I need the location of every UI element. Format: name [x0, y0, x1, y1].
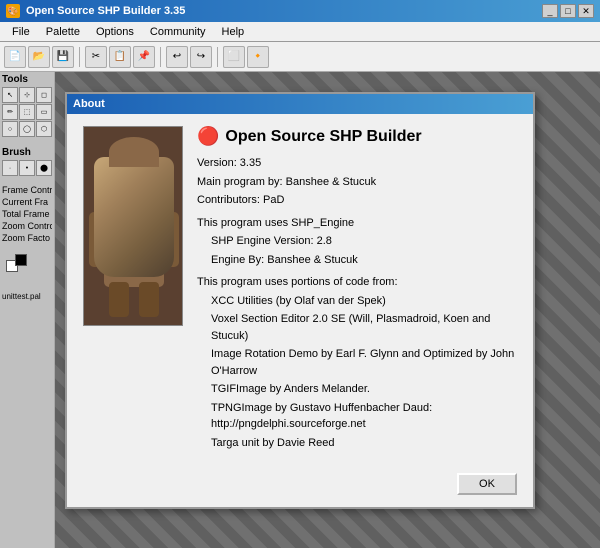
- toolbar: 📄 📂 💾 ✂ 📋 📌 ↩ ↪ ⬜ 🔸: [0, 42, 600, 72]
- menu-bar: File Palette Options Community Help: [0, 22, 600, 42]
- about-title-bar: About: [67, 94, 533, 114]
- tool-7[interactable]: ○: [2, 121, 18, 137]
- title-bar-left: 🎨 Open Source SHP Builder 3.35: [6, 4, 185, 18]
- png-line: TPNGImage by Gustavo Huffenbacher Daud: …: [197, 400, 517, 433]
- tool-6[interactable]: ▭: [36, 104, 52, 120]
- zoom-control-label: Zoom Contro: [2, 220, 52, 232]
- main-area: Tools ↖ ⊹ ◻ ✏ ⬚ ▭ ○ ◯ ⬡ Brush · • ⬤ Fram…: [0, 72, 600, 548]
- app-icon: 🎨: [6, 4, 20, 18]
- brush-1[interactable]: ·: [2, 160, 18, 176]
- left-sidebar: Tools ↖ ⊹ ◻ ✏ ⬚ ▭ ○ ◯ ⬡ Brush · • ⬤ Fram…: [0, 72, 55, 548]
- current-frame-label: Current Fra: [2, 196, 52, 208]
- total-frames-label: Total Frame: [2, 208, 52, 220]
- code-intro: This program uses portions of code from:: [197, 274, 517, 291]
- undo-button[interactable]: ↩: [166, 46, 188, 68]
- menu-help[interactable]: Help: [214, 24, 253, 40]
- brush-label: Brush: [2, 147, 52, 158]
- about-app-title: 🔴 Open Source SHP Builder: [197, 126, 517, 147]
- about-dialog: About: [65, 92, 535, 509]
- toolbar-separator-1: [79, 47, 80, 67]
- maximize-button[interactable]: □: [560, 4, 576, 18]
- targa-line: Targa unit by Davie Reed: [197, 435, 517, 452]
- menu-palette[interactable]: Palette: [38, 24, 88, 40]
- menu-file[interactable]: File: [4, 24, 38, 40]
- open-button[interactable]: 📂: [28, 46, 50, 68]
- brush-3[interactable]: ⬤: [36, 160, 52, 176]
- image-rotation-line: Image Rotation Demo by Earl F. Glynn and…: [197, 346, 517, 379]
- menu-community[interactable]: Community: [142, 24, 214, 40]
- cut-button[interactable]: ✂: [85, 46, 107, 68]
- about-dialog-title: About: [73, 98, 105, 110]
- save-button[interactable]: 💾: [52, 46, 74, 68]
- xcc-line: XCC Utilities (by Olaf van der Spek): [197, 293, 517, 310]
- background-color[interactable]: [15, 254, 27, 266]
- redo-button[interactable]: ↪: [190, 46, 212, 68]
- tool-5[interactable]: ⬚: [19, 104, 35, 120]
- new-button[interactable]: 📄: [4, 46, 26, 68]
- title-bar: 🎨 Open Source SHP Builder 3.35 _ □ ✕: [0, 0, 600, 22]
- tool-2[interactable]: ⊹: [19, 87, 35, 103]
- toolbar-separator-2: [160, 47, 161, 67]
- about-app-icon: 🔴: [197, 126, 219, 147]
- canvas-area[interactable]: About: [55, 72, 600, 548]
- zoom-factor-label: Zoom Facto: [2, 232, 52, 244]
- brush-2[interactable]: •: [19, 160, 35, 176]
- frame-control-label: Frame Contro: [2, 184, 52, 196]
- menu-options[interactable]: Options: [88, 24, 142, 40]
- copy-button[interactable]: 📋: [109, 46, 131, 68]
- tgif-line: TGIFImage by Anders Melander.: [197, 381, 517, 398]
- shp-version: SHP Engine Version: 2.8: [197, 233, 517, 250]
- window-title: Open Source SHP Builder 3.35: [26, 5, 185, 17]
- toolbar-separator-3: [217, 47, 218, 67]
- tools-label: Tools: [2, 74, 52, 85]
- tools-grid: ↖ ⊹ ◻ ✏ ⬚ ▭ ○ ◯ ⬡: [2, 87, 52, 137]
- brush-grid: · • ⬤: [2, 160, 52, 176]
- tool-8[interactable]: ◯: [19, 121, 35, 137]
- frame-labels: Frame Contro Current Fra Total Frame Zoo…: [2, 184, 52, 244]
- palette-bar: [2, 252, 52, 272]
- close-button[interactable]: ✕: [578, 4, 594, 18]
- version-line: Version: 3.35: [197, 155, 517, 172]
- about-footer: OK: [67, 465, 533, 507]
- engine-by: Engine By: Banshee & Stucuk: [197, 252, 517, 269]
- title-bar-controls: _ □ ✕: [542, 4, 594, 18]
- export-button[interactable]: ⬜: [223, 46, 245, 68]
- about-content: 🔴 Open Source SHP Builder Version: 3.35 …: [67, 114, 533, 465]
- about-text: 🔴 Open Source SHP Builder Version: 3.35 …: [197, 126, 517, 453]
- ok-button[interactable]: OK: [457, 473, 517, 495]
- tool-1[interactable]: ↖: [2, 87, 18, 103]
- palette-filename: unittest.pal: [2, 292, 52, 301]
- minimize-button[interactable]: _: [542, 4, 558, 18]
- tool-9[interactable]: ⬡: [36, 121, 52, 137]
- voxel-line: Voxel Section Editor 2.0 SE (Will, Plasm…: [197, 311, 517, 344]
- shp-engine-intro: This program uses SHP_Engine: [197, 215, 517, 232]
- about-image: [83, 126, 183, 326]
- contributors-line: Contributors: PaD: [197, 192, 517, 209]
- main-program-line: Main program by: Banshee & Stucuk: [197, 174, 517, 191]
- tool-4[interactable]: ✏: [2, 104, 18, 120]
- tool-3[interactable]: ◻: [36, 87, 52, 103]
- paste-button[interactable]: 📌: [133, 46, 155, 68]
- import-button[interactable]: 🔸: [247, 46, 269, 68]
